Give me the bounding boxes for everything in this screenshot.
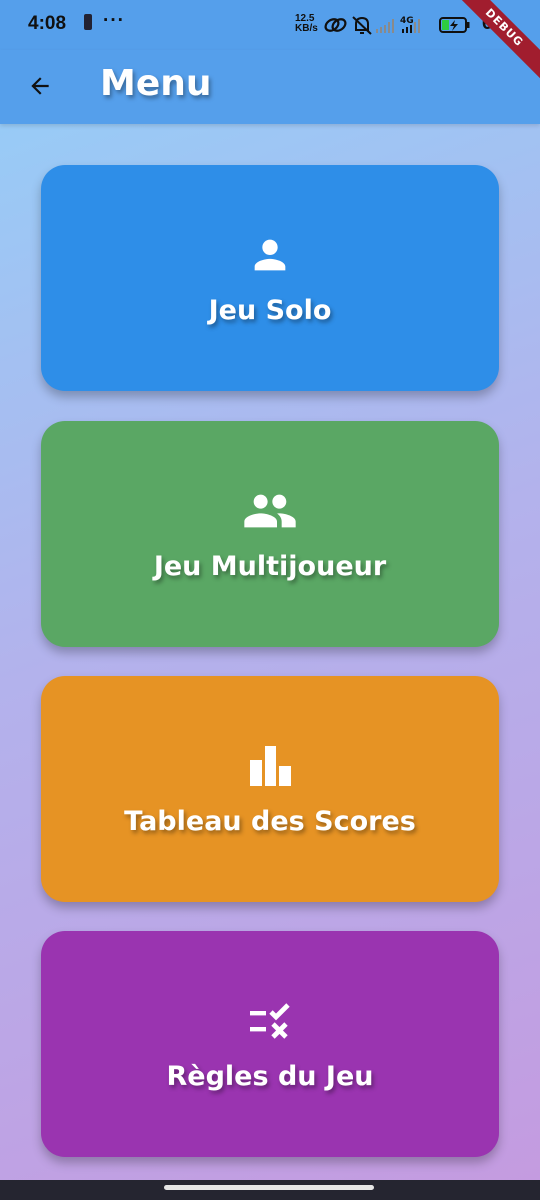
menu-content: Jeu Solo Jeu Multijoueur Tableau des Sco… bbox=[0, 124, 540, 1180]
multiplayer-game-button[interactable]: Jeu Multijoueur bbox=[41, 421, 499, 647]
leaderboard-icon bbox=[250, 745, 291, 786]
network-type: 4G bbox=[400, 16, 414, 26]
leaderboard-button[interactable]: Tableau des Scores bbox=[41, 676, 499, 902]
game-rules-label: Règles du Jeu bbox=[166, 1060, 374, 1092]
leaderboard-label: Tableau des Scores bbox=[124, 805, 416, 837]
network-speed-unit: KB/s bbox=[295, 23, 318, 34]
home-gesture-handle[interactable] bbox=[164, 1185, 374, 1190]
people-icon bbox=[244, 494, 296, 527]
signal-icon bbox=[376, 19, 394, 33]
page-title: Menu bbox=[100, 63, 212, 104]
multiplayer-game-label: Jeu Multijoueur bbox=[153, 550, 387, 582]
network-speed: 12.5 KB/s bbox=[295, 14, 318, 34]
status-bar: 4:08 ··· 12.5 KB/s 4G bbox=[0, 0, 540, 50]
nba-icon bbox=[84, 14, 92, 30]
back-button[interactable] bbox=[22, 68, 58, 104]
link-icon bbox=[324, 18, 347, 32]
person-icon bbox=[254, 239, 286, 270]
rules-icon bbox=[250, 1002, 290, 1039]
app-bar: Menu bbox=[0, 50, 540, 124]
bell-off-icon bbox=[352, 16, 372, 35]
solo-game-label: Jeu Solo bbox=[208, 294, 332, 326]
more-notifications-icon: ··· bbox=[103, 10, 125, 31]
status-time: 4:08 bbox=[28, 13, 67, 34]
game-rules-button[interactable]: Règles du Jeu bbox=[41, 931, 499, 1157]
battery-charging-icon bbox=[439, 17, 470, 33]
arrow-back-icon bbox=[31, 77, 49, 95]
solo-game-button[interactable]: Jeu Solo bbox=[41, 165, 499, 391]
system-nav-bar bbox=[0, 1180, 540, 1200]
status-icons: 4G bbox=[324, 16, 470, 35]
